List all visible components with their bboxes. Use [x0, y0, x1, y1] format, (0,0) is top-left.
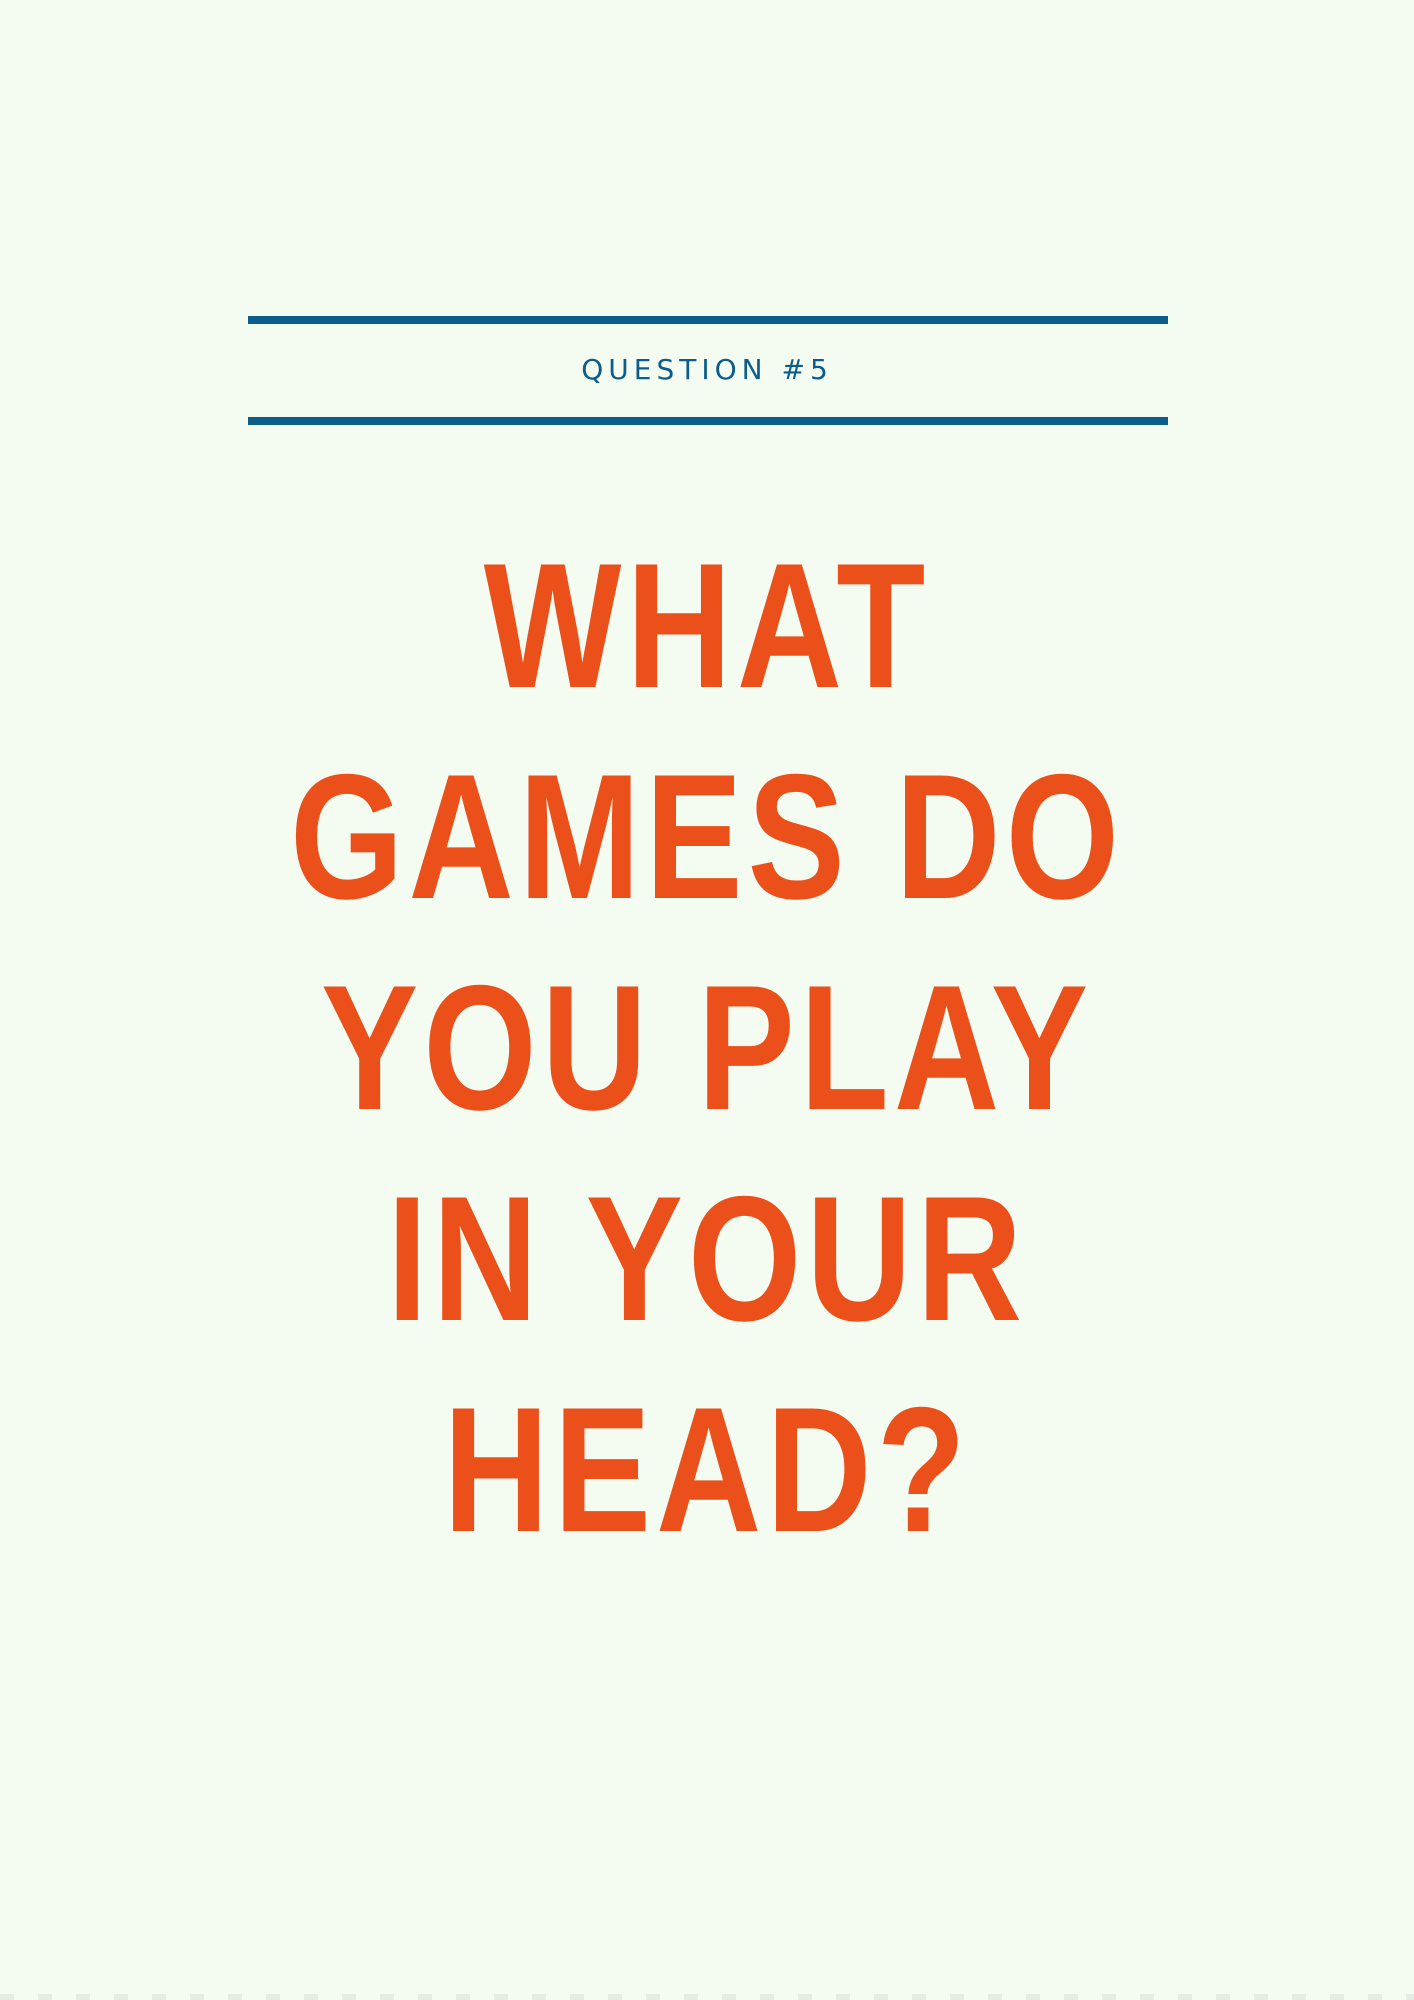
question-line-4: IN YOUR — [386, 1159, 1028, 1358]
question-number-label: QUESTION #5 — [581, 353, 833, 386]
bottom-divider — [248, 417, 1168, 425]
question-line-5: HEAD? — [443, 1370, 971, 1569]
question-line-1: WHAT — [483, 526, 931, 725]
question-line-3: YOU PLAY — [320, 948, 1094, 1147]
question-text: WHAT GAMES DO YOU PLAY IN YOUR HEAD? — [0, 520, 1414, 1575]
question-line-2: GAMES DO — [289, 737, 1125, 936]
bottom-edge-strip — [0, 1994, 1414, 2000]
top-divider — [248, 316, 1168, 324]
